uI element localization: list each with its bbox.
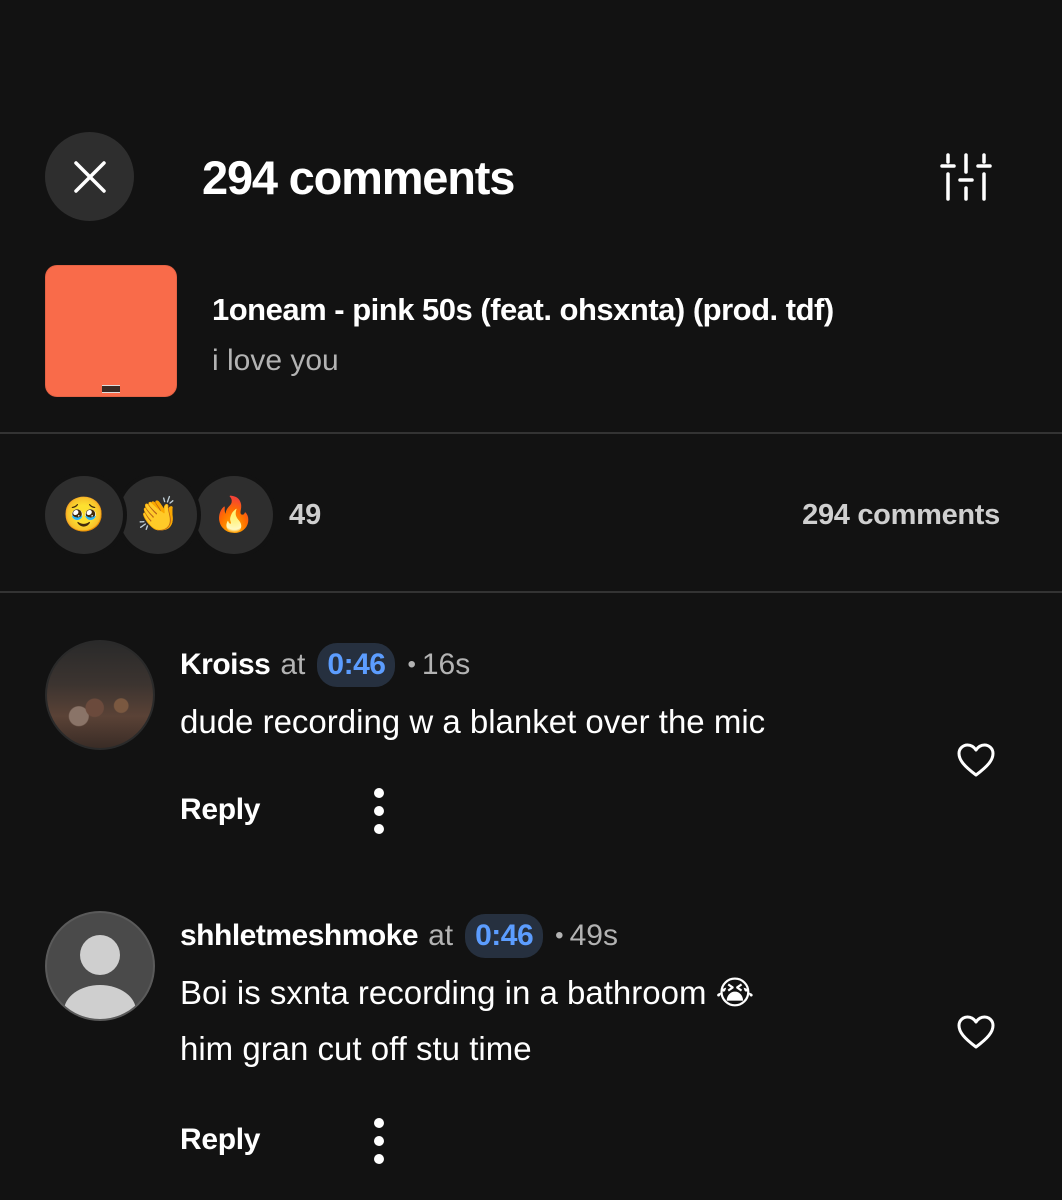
avatar[interactable] bbox=[45, 911, 155, 1021]
comment-at-label: at bbox=[428, 919, 454, 952]
heart-icon bbox=[957, 1015, 995, 1049]
comment-username[interactable]: Kroiss bbox=[180, 645, 271, 685]
close-button[interactable] bbox=[45, 132, 134, 221]
dot-icon bbox=[374, 806, 384, 816]
separator-dot: • bbox=[407, 651, 416, 678]
avatar[interactable] bbox=[45, 640, 155, 750]
comment-text: dude recording w a blanket over the mic bbox=[180, 703, 766, 740]
filter-button[interactable] bbox=[936, 148, 996, 206]
reply-button[interactable]: Reply bbox=[180, 790, 261, 830]
page-title: 294 comments bbox=[202, 151, 515, 204]
close-icon bbox=[73, 160, 106, 193]
explicit-badge bbox=[102, 385, 120, 393]
dot-icon bbox=[374, 1118, 384, 1128]
reaction-count[interactable]: 49 bbox=[289, 496, 321, 534]
like-button[interactable] bbox=[956, 742, 996, 783]
comment-meta: Kroiss at 0:46 • 16s bbox=[180, 643, 470, 687]
default-user-icon bbox=[64, 935, 136, 1019]
clapping-hands-icon: 👏 bbox=[136, 496, 180, 534]
divider bbox=[0, 432, 1062, 434]
dot-icon bbox=[374, 1136, 384, 1146]
more-options-button[interactable] bbox=[369, 788, 389, 834]
reaction-clapping-hands[interactable]: 👏 bbox=[119, 476, 197, 554]
comment-meta: shhletmeshmoke at 0:46 • 49s bbox=[180, 914, 618, 958]
reaction-pleading-face[interactable]: 🥹 bbox=[45, 476, 123, 554]
sliders-icon bbox=[940, 153, 992, 201]
fire-icon: 🔥 bbox=[212, 496, 256, 534]
comment-timestamp-chip[interactable]: 0:46 bbox=[317, 643, 396, 687]
comment-timestamp-chip[interactable]: 0:46 bbox=[465, 914, 544, 958]
dot-icon bbox=[374, 788, 384, 798]
reaction-fire[interactable]: 🔥 bbox=[195, 476, 273, 554]
comment-username[interactable]: shhletmeshmoke bbox=[180, 916, 419, 956]
separator-dot: • bbox=[555, 922, 564, 949]
divider bbox=[0, 591, 1062, 593]
track-description: i love you bbox=[212, 344, 339, 377]
more-options-button[interactable] bbox=[369, 1118, 389, 1164]
comment-text: him gran cut off stu time bbox=[180, 1030, 532, 1067]
comment-age: 16s bbox=[421, 648, 471, 681]
comment-age: 49s bbox=[569, 919, 618, 952]
dot-icon bbox=[374, 1154, 384, 1164]
comments-count[interactable]: 294 comments bbox=[802, 496, 1000, 534]
track-cover-art[interactable] bbox=[45, 265, 177, 397]
like-button[interactable] bbox=[956, 1014, 996, 1055]
comment-at-label: at bbox=[280, 648, 306, 681]
pleading-face-icon: 🥹 bbox=[62, 496, 106, 534]
track-title[interactable]: 1oneam - pink 50s (feat. ohsxnta) (prod.… bbox=[212, 290, 834, 330]
heart-icon bbox=[957, 743, 995, 777]
dot-icon bbox=[374, 824, 384, 834]
comment-text: Boi is sxnta recording in a bathroom 😭 bbox=[180, 974, 755, 1011]
reply-button[interactable]: Reply bbox=[180, 1120, 261, 1160]
